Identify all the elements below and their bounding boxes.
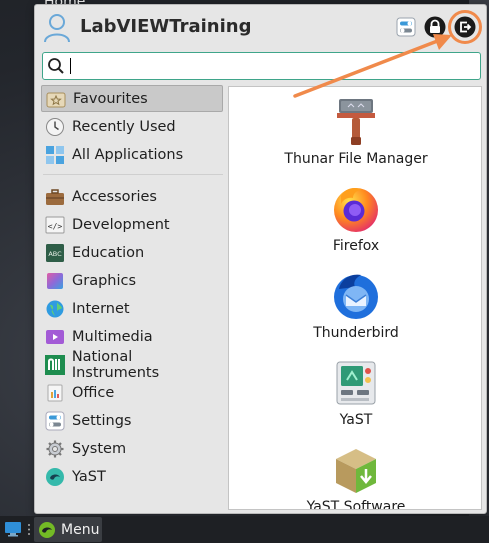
toggle-settings-icon <box>396 17 416 37</box>
category-all-applications[interactable]: All Applications <box>41 141 223 168</box>
menu-header: LabVIEWTraining <box>35 5 488 51</box>
gear-icon <box>44 438 66 460</box>
search-icon <box>43 53 69 79</box>
user-avatar-icon <box>44 14 70 43</box>
app-thunar-file-manager[interactable]: Thunar File Manager <box>229 87 481 174</box>
logout-button[interactable] <box>454 16 476 38</box>
graphics-icon <box>44 270 66 292</box>
abc-icon: ABC <box>44 242 66 264</box>
lock-screen-button[interactable] <box>424 16 446 38</box>
star-folder-icon <box>45 88 67 110</box>
office-icon <box>44 382 66 404</box>
app-label: YaST <box>339 412 373 428</box>
username: LabVIEWTraining <box>80 16 252 37</box>
app-label: YaST Software <box>306 499 406 510</box>
category-favourites[interactable]: Favourites <box>41 85 223 112</box>
category-settings[interactable]: Settings <box>41 407 223 434</box>
logout-icon <box>454 16 476 38</box>
menu-button-label: Menu <box>61 521 100 538</box>
category-label: All Applications <box>72 146 184 163</box>
category-accessories[interactable]: Accessories <box>41 183 223 210</box>
application-menu: LabVIEWTraining Favourites Recently Used… <box>34 4 487 514</box>
show-desktop-icon[interactable] <box>4 521 22 537</box>
app-thunderbird[interactable]: Thunderbird <box>229 261 481 348</box>
grid-icon <box>44 144 66 166</box>
category-label: Development <box>72 216 170 233</box>
search-input[interactable] <box>71 55 480 77</box>
firefox-icon <box>331 184 381 234</box>
briefcase-icon <box>44 186 66 208</box>
category-education[interactable]: ABC Education <box>41 239 223 266</box>
app-firefox[interactable]: Firefox <box>229 174 481 261</box>
category-label: YaST <box>72 468 106 485</box>
category-label: Multimedia <box>72 328 153 345</box>
category-label: National Instruments <box>71 348 160 381</box>
code-icon: </> <box>44 214 66 236</box>
app-yast-software[interactable]: YaST Software <box>229 435 481 510</box>
favourites-app-list: Thunar File Manager Firefox Thunderbird YaS… <box>228 86 482 510</box>
menu-button[interactable]: Menu <box>34 517 102 542</box>
category-recently-used[interactable]: Recently Used <box>41 113 223 140</box>
file-manager-icon <box>331 97 381 147</box>
clock-icon <box>44 116 66 138</box>
category-label: Recently Used <box>72 118 176 135</box>
category-label: Favourites <box>73 90 148 107</box>
globe-icon <box>44 298 66 320</box>
category-separator <box>43 174 223 175</box>
taskbar: Menu <box>0 516 489 543</box>
svg-text:ABC: ABC <box>48 250 62 258</box>
category-office[interactable]: Office <box>41 379 223 406</box>
search-field[interactable] <box>42 52 481 80</box>
svg-text:</>: </> <box>48 222 63 231</box>
category-system[interactable]: System <box>41 435 223 462</box>
app-yast[interactable]: YaST <box>229 348 481 435</box>
yast-control-center-icon <box>331 358 381 408</box>
category-list: Favourites Recently Used All Applications A… <box>41 85 227 505</box>
category-label: Education <box>72 244 145 261</box>
yast-software-icon <box>331 445 381 495</box>
opensuse-gecko-icon <box>39 521 55 538</box>
category-internet[interactable]: Internet <box>41 295 223 322</box>
category-yast[interactable]: YaST <box>41 463 223 490</box>
category-graphics[interactable]: Graphics <box>41 267 223 294</box>
app-label: Firefox <box>332 238 380 254</box>
ni-logo-icon <box>44 354 66 376</box>
settings-icon <box>44 410 66 432</box>
category-national-instruments[interactable]: National Instruments <box>41 348 223 381</box>
panel-grip-icon <box>28 524 30 535</box>
category-development[interactable]: </> Development <box>41 211 223 238</box>
lock-icon <box>424 16 446 38</box>
category-label: Accessories <box>72 188 157 205</box>
category-label: Internet <box>72 300 130 317</box>
category-multimedia[interactable]: Multimedia <box>41 323 223 350</box>
category-label: Graphics <box>72 272 137 289</box>
app-label: Thunderbird <box>313 325 399 341</box>
category-label: Settings <box>72 412 132 429</box>
category-label: Office <box>72 384 115 401</box>
thunderbird-icon <box>331 271 381 321</box>
category-label: System <box>72 440 127 457</box>
yast-icon <box>44 466 66 488</box>
multimedia-icon <box>44 326 66 348</box>
settings-manager-button[interactable] <box>395 16 417 38</box>
app-label: Thunar File Manager <box>284 151 428 167</box>
